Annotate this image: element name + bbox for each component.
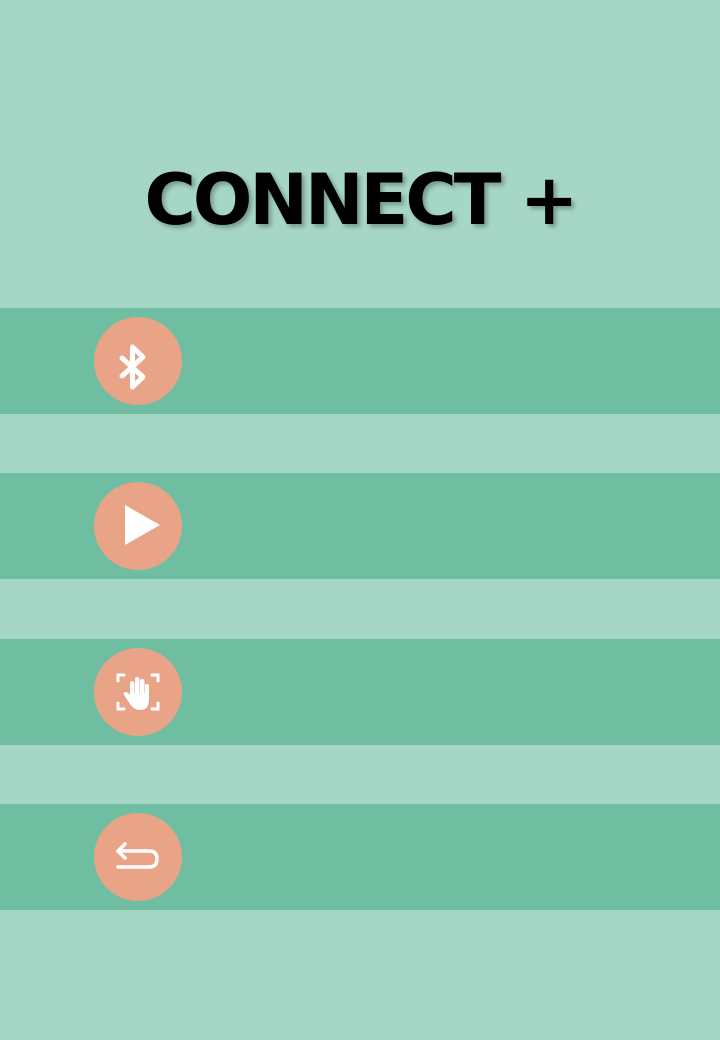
hand-scan-icon (116, 673, 160, 711)
back-button[interactable] (94, 813, 182, 901)
gesture-scan-button[interactable] (94, 648, 182, 736)
menu-row-play (0, 473, 720, 579)
back-arrow-icon (116, 842, 159, 869)
bluetooth-icon (119, 344, 146, 390)
menu-row-back (0, 804, 720, 910)
play-icon (125, 505, 160, 545)
menu-row-bluetooth (0, 308, 720, 414)
play-button[interactable] (94, 482, 182, 570)
page-title: CONNECT + (144, 159, 578, 241)
bluetooth-button[interactable] (94, 317, 182, 405)
menu-row-gesture (0, 639, 720, 745)
